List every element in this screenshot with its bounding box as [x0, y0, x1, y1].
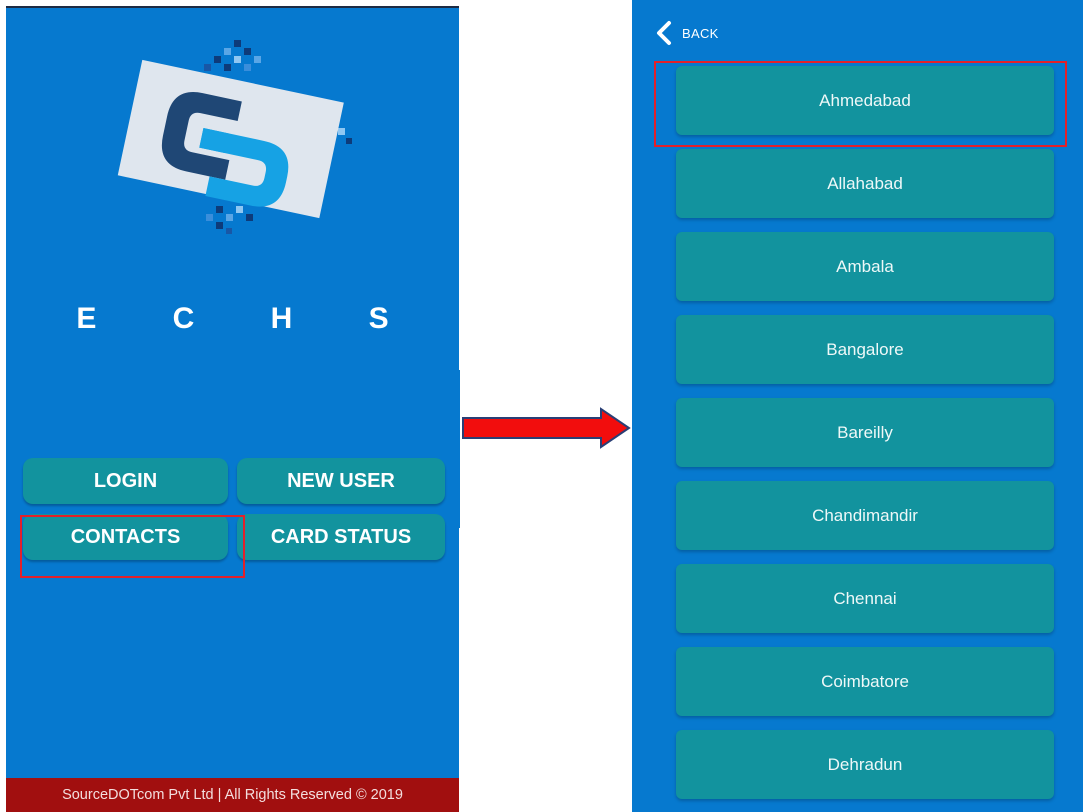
screen-edge-line	[458, 370, 460, 528]
chevron-left-icon	[657, 21, 671, 45]
arrow-right-icon	[462, 407, 631, 449]
back-label: BACK	[682, 25, 719, 41]
city-button-allahabad[interactable]: Allahabad	[676, 149, 1054, 218]
city-button-coimbatore[interactable]: Coimbatore	[676, 647, 1054, 716]
sourcedotcom-logo-icon	[117, 40, 352, 234]
new-user-button[interactable]: NEW USER	[237, 458, 445, 504]
back-button[interactable]: BACK	[654, 20, 719, 46]
city-button-chandimandir[interactable]: Chandimandir	[676, 481, 1054, 550]
city-button-dehradun[interactable]: Dehradun	[676, 730, 1054, 799]
city-button-bangalore[interactable]: Bangalore	[676, 315, 1054, 384]
city-button-ahmedabad[interactable]: Ahmedabad	[676, 66, 1054, 135]
footer: SourceDOTcom Pvt Ltd | All Rights Reserv…	[6, 778, 459, 812]
city-button-chennai[interactable]: Chennai	[676, 564, 1054, 633]
contacts-button[interactable]: CONTACTS	[23, 514, 228, 560]
login-button[interactable]: LOGIN	[23, 458, 228, 504]
status-bar-edge	[6, 6, 459, 8]
card-status-button[interactable]: CARD STATUS	[237, 514, 445, 560]
contacts-screen: BACK Ahmedabad Allahabad Ambala Bangalor…	[632, 0, 1083, 812]
app-brand-title: E C H S	[76, 302, 423, 335]
city-button-bareilly[interactable]: Bareilly	[676, 398, 1054, 467]
city-button-ambala[interactable]: Ambala	[676, 232, 1054, 301]
home-screen: E C H S LOGIN NEW USER CONTACTS CARD STA…	[6, 6, 459, 812]
